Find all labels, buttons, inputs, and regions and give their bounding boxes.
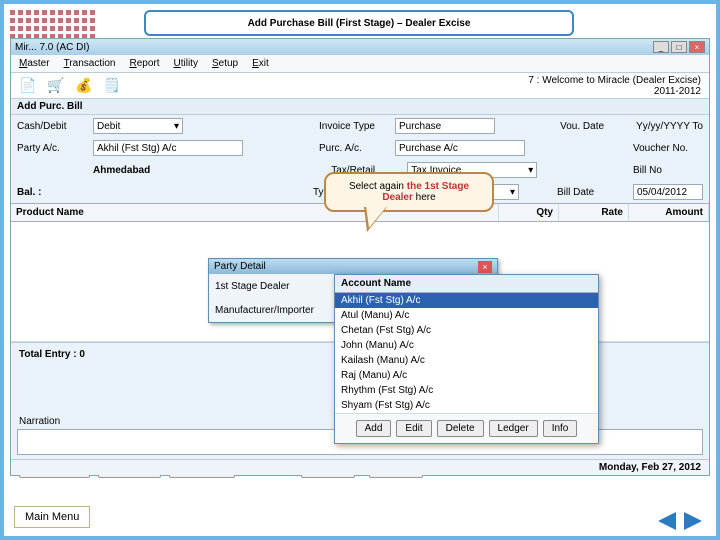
vou-date-value: Yy/yy/YYYY To [636, 121, 703, 132]
account-item[interactable]: Rhythm (Fst Stg) A/c [335, 383, 598, 398]
acct-add-button[interactable]: Add [356, 420, 392, 437]
account-item[interactable]: Kailash (Manu) A/c [335, 353, 598, 368]
menu-exit[interactable]: Exit [252, 58, 269, 69]
status-bar: Monday, Feb 27, 2012 [11, 459, 709, 475]
account-item[interactable]: Atul (Manu) A/c [335, 308, 598, 323]
invoice-type-field[interactable]: Purchase [395, 118, 495, 134]
purc-ac-label: Purc. A/c. [319, 143, 389, 154]
welcome-text: 7 : Welcome to Miracle (Dealer Excise) 2… [528, 75, 701, 97]
new-icon[interactable]: 📄 [19, 77, 37, 95]
account-item[interactable]: Shyam (Fst Stg) A/c [335, 398, 598, 413]
main-menu-button[interactable]: Main Menu [14, 506, 90, 528]
acct-info-button[interactable]: Info [543, 420, 578, 437]
mfg-importer-label: Manufacturer/Importer [215, 305, 345, 316]
account-list-header: Account Name [335, 275, 598, 293]
titlebar: Mir... 7.0 (AC DI) _ □ × [11, 39, 709, 55]
cash-debit-label: Cash/Debit [17, 121, 87, 132]
bal-label: Bal. : [17, 187, 87, 198]
vou-date-label: Vou. Date [560, 121, 630, 132]
party-field[interactable]: Akhil (Fst Stg) A/c [93, 140, 243, 156]
col-amount: Amount [629, 204, 709, 221]
account-list-popup: Account Name Akhil (Fst Stg) A/cAtul (Ma… [334, 274, 599, 444]
purc-ac-field[interactable]: Purchase A/c [395, 140, 525, 156]
invoice-type-label: Invoice Type [319, 121, 389, 132]
col-qty: Qty [499, 204, 559, 221]
party-city: Ahmedabad [93, 165, 150, 176]
menu-transaction[interactable]: Transaction [64, 58, 116, 69]
account-item[interactable]: Akhil (Fst Stg) A/c [335, 293, 598, 308]
calc-icon[interactable]: 🗒️ [103, 77, 121, 95]
prev-icon[interactable] [658, 512, 676, 530]
account-item[interactable]: John (Manu) A/c [335, 338, 598, 353]
menu-utility[interactable]: Utility [174, 58, 198, 69]
nav-arrows [658, 512, 702, 530]
party-close-icon[interactable]: × [478, 261, 492, 273]
next-icon[interactable] [684, 512, 702, 530]
col-rate: Rate [559, 204, 629, 221]
acct-ledger-button[interactable]: Ledger [489, 420, 538, 437]
sub-header: Add Purc. Bill [11, 99, 709, 115]
toolbar: 📄 🛒 💰 🗒️ 7 : Welcome to Miracle (Dealer … [11, 73, 709, 99]
bill-date-label: Bill Date [557, 187, 627, 198]
window-title: Mir... 7.0 (AC DI) [15, 42, 89, 53]
account-item[interactable]: Raj (Manu) A/c [335, 368, 598, 383]
close-button[interactable]: × [689, 41, 705, 53]
bill-no-label: Bill No [633, 165, 703, 176]
voucher-no-label: Voucher No. [633, 143, 703, 154]
menubar: Master Transaction Report Utility Setup … [11, 55, 709, 73]
menu-report[interactable]: Report [129, 58, 159, 69]
acct-delete-button[interactable]: Delete [437, 420, 484, 437]
party-popup-title: Party Detail [214, 261, 266, 272]
slide-title: Add Purchase Bill (First Stage) – Dealer… [144, 10, 574, 36]
min-button[interactable]: _ [653, 41, 669, 53]
callout: Select again the 1st Stage Dealer here [324, 172, 494, 212]
acct-edit-button[interactable]: Edit [396, 420, 431, 437]
first-stage-label: 1st Stage Dealer [215, 281, 345, 292]
account-item[interactable]: Chetan (Fst Stg) A/c [335, 323, 598, 338]
cart-icon[interactable]: 🛒 [47, 77, 65, 95]
party-label: Party A/c. [17, 143, 87, 154]
cash-debit-field[interactable]: Debit▾ [93, 118, 183, 134]
menu-master[interactable]: Master [19, 58, 50, 69]
bag-icon[interactable]: 💰 [75, 77, 93, 95]
max-button[interactable]: □ [671, 41, 687, 53]
bill-date-field[interactable]: 05/04/2012 [633, 184, 703, 200]
menu-setup[interactable]: Setup [212, 58, 238, 69]
